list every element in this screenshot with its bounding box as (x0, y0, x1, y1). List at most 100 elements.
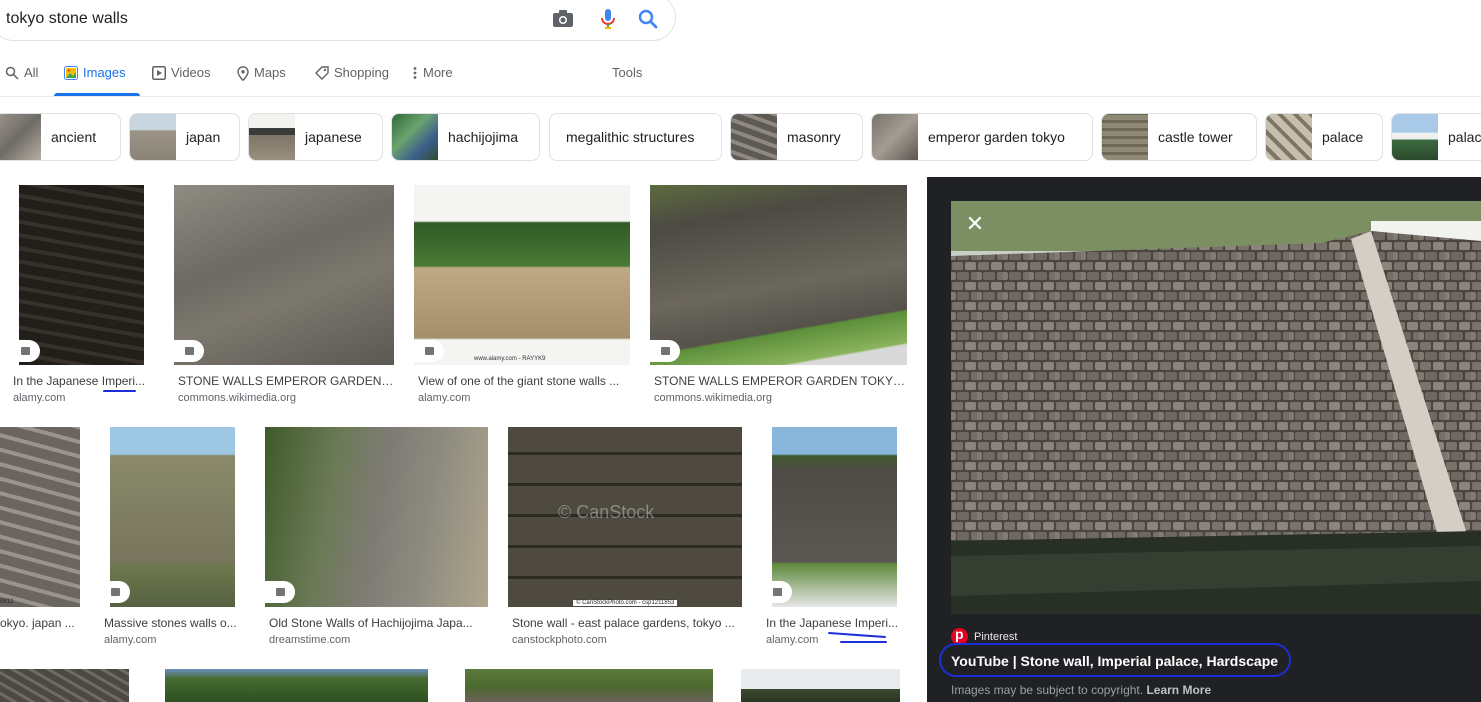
stone-wall-preview-graphic (951, 201, 1481, 614)
map-pin-icon (237, 66, 249, 81)
result-title[interactable]: STONE WALLS EMPEROR GARDEN TOKYO ... (654, 374, 906, 388)
chip-label: castle tower (1158, 129, 1233, 145)
tab-label: More (423, 65, 453, 80)
tab-label: Shopping (334, 65, 389, 80)
result-image[interactable] (772, 427, 897, 607)
chip-japanese[interactable]: japanese (248, 113, 383, 161)
tab-more[interactable]: More (412, 65, 453, 97)
preview-title[interactable]: YouTube | Stone wall, Imperial palace, H… (951, 653, 1278, 669)
watermark-text: www.alamy.com - RAYYK9 (474, 356, 546, 362)
annotation-underline (103, 390, 136, 392)
result-image[interactable]: www.alamy.com - RAYYK9 (414, 185, 630, 365)
camera-icon[interactable] (551, 7, 575, 31)
result-image[interactable] (110, 427, 235, 607)
result-image[interactable]: © CanStock © CanStockPhoto.com - csp1211… (508, 427, 742, 607)
tab-videos[interactable]: Videos (152, 65, 211, 97)
result-image[interactable] (650, 185, 907, 365)
chip-label: hachijojima (448, 129, 519, 145)
tag-icon (315, 66, 329, 80)
chip-masonry[interactable]: masonry (730, 113, 863, 161)
chip-thumbnail (0, 114, 41, 160)
chip-palace-2[interactable]: palac (1391, 113, 1481, 161)
chip-thumbnail (130, 114, 176, 160)
result-image[interactable] (165, 669, 428, 702)
image-icon (64, 66, 78, 80)
chip-thumbnail (1102, 114, 1148, 160)
search-icon[interactable] (636, 7, 660, 31)
result-title[interactable]: In the Japanese Imperi... (13, 374, 148, 388)
result-source[interactable]: alamy.com (766, 634, 818, 646)
chip-megalithic-structures[interactable]: megalithic structures (549, 113, 722, 161)
tab-shopping[interactable]: Shopping (315, 65, 389, 97)
chip-japan[interactable]: japan (129, 113, 240, 161)
chip-thumbnail (249, 114, 295, 160)
result-source[interactable]: alamy.com (104, 634, 156, 646)
result-image[interactable] (465, 669, 713, 702)
result-title[interactable]: View of one of the giant stone walls ... (418, 374, 630, 388)
result-image[interactable] (741, 669, 900, 702)
image-badge-icon (100, 581, 130, 603)
result-source[interactable]: alamy.com (13, 392, 65, 404)
tab-label: Images (83, 65, 126, 80)
result-source[interactable]: commons.wikimedia.org (654, 392, 772, 404)
image-badge-icon (174, 340, 204, 362)
more-vert-icon (413, 67, 417, 79)
result-image[interactable] (0, 669, 129, 702)
chip-label: masonry (787, 129, 841, 145)
chip-ancient[interactable]: ancient (0, 113, 121, 161)
chip-emperor-garden-tokyo[interactable]: emperor garden tokyo (871, 113, 1093, 161)
copyright-text: Images may be subject to copyright. (951, 683, 1144, 697)
chip-label: emperor garden tokyo (928, 129, 1065, 145)
watermark-text: © CanStockPhoto.com - csp1211853 (573, 600, 678, 606)
result-title[interactable]: STONE WALLS EMPEROR GARDEN T... (178, 374, 394, 388)
result-source[interactable]: canstockphoto.com (512, 634, 607, 646)
tools-button[interactable]: Tools (612, 65, 642, 97)
chip-thumbnail (1392, 114, 1438, 160)
tab-label: Maps (254, 65, 286, 80)
tools-label: Tools (612, 65, 643, 80)
chip-label: japanese (305, 129, 362, 145)
chip-thumbnail (872, 114, 918, 160)
tab-label: Videos (171, 65, 211, 80)
chip-castle-tower[interactable]: castle tower (1101, 113, 1257, 161)
annotation-underline (828, 631, 886, 639)
result-title[interactable]: okyo. japan ... (0, 616, 75, 630)
result-image[interactable] (19, 185, 144, 365)
chip-palace[interactable]: palace (1265, 113, 1383, 161)
watermark-text: © CanStock (558, 502, 655, 522)
result-image[interactable] (265, 427, 488, 607)
result-title[interactable]: Old Stone Walls of Hachijojima Japa... (269, 616, 483, 630)
chip-label: ancient (51, 129, 97, 145)
result-source[interactable]: commons.wikimedia.org (178, 392, 296, 404)
chip-thumbnail (392, 114, 438, 160)
chip-label: palace (1322, 129, 1364, 145)
active-tab-indicator (54, 93, 140, 96)
search-bar[interactable]: tokyo stone walls (0, 0, 676, 41)
learn-more-link[interactable]: Learn More (1146, 683, 1211, 697)
result-title[interactable]: Stone wall - east palace gardens, tokyo … (512, 616, 740, 630)
result-source[interactable]: dreamstime.com (269, 634, 350, 646)
image-badge-icon (10, 340, 40, 362)
result-image[interactable]: 0812 (0, 427, 80, 607)
chip-thumbnail (1266, 114, 1312, 160)
result-image[interactable] (174, 185, 394, 365)
search-input[interactable]: tokyo stone walls (6, 10, 128, 28)
tab-all[interactable]: All (5, 65, 38, 97)
result-title[interactable]: In the Japanese Imperi... (766, 616, 901, 630)
chip-hachijojima[interactable]: hachijojima (391, 113, 540, 161)
copyright-notice: Images may be subject to copyright. Lear… (951, 683, 1211, 697)
search-tabs: All Images Videos Maps Shopping More Too… (0, 56, 1481, 97)
video-icon (152, 66, 166, 80)
chip-label: megalithic structures (566, 129, 695, 145)
preview-image[interactable] (951, 201, 1481, 614)
tab-maps[interactable]: Maps (237, 65, 286, 97)
preview-source-name[interactable]: Pinterest (974, 631, 1017, 643)
microphone-icon[interactable] (596, 7, 620, 31)
result-source[interactable]: alamy.com (418, 392, 470, 404)
result-title[interactable]: Massive stones walls o... (104, 616, 242, 630)
annotation-underline (840, 641, 887, 643)
image-badge-icon (265, 581, 295, 603)
watermark-text: 0812 (0, 599, 14, 605)
close-icon[interactable]: ✕ (963, 213, 987, 237)
image-badge-icon (762, 581, 792, 603)
